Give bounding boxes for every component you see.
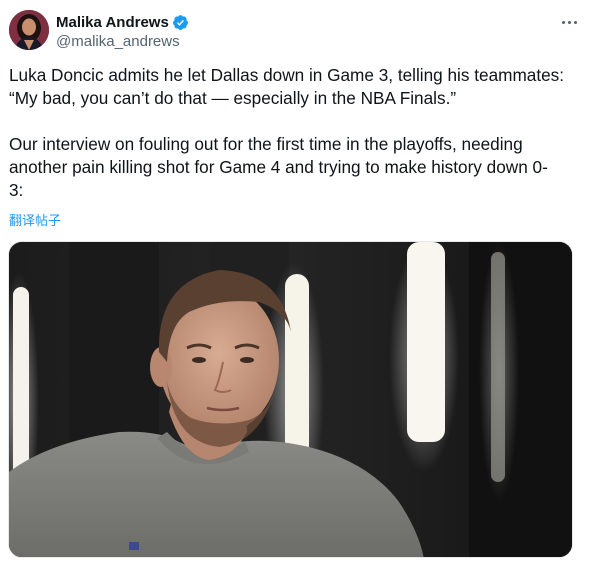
tweet-text-line: “My bad, you can’t do that — especially … <box>9 88 457 108</box>
tweet-text: Luka Doncic admits he let Dallas down in… <box>9 64 583 202</box>
author-display-name[interactable]: Malika Andrews <box>56 14 169 31</box>
video-thumbnail[interactable] <box>8 241 573 558</box>
translate-post-link[interactable]: 翻译帖子 <box>9 210 61 229</box>
tweet-text-line: Luka Doncic admits he let Dallas down in… <box>9 65 565 85</box>
more-options-button[interactable] <box>557 12 581 32</box>
tweet-text-line: 3: <box>9 180 24 200</box>
author-avatar[interactable] <box>9 10 49 50</box>
more-dot-icon <box>561 20 565 24</box>
tweet-text-line: Our interview on fouling out for the fir… <box>9 134 523 154</box>
tweet-card: Malika Andrews @malika_andrews Luka Donc… <box>0 0 599 568</box>
verified-badge-icon <box>172 14 189 31</box>
author-name-row: Malika Andrews <box>56 12 189 32</box>
author-handle[interactable]: @malika_andrews <box>56 33 180 50</box>
more-dot-icon <box>567 20 571 24</box>
tweet-text-line: another pain killing shot for Game 4 and… <box>9 157 548 177</box>
more-dot-icon <box>573 20 577 24</box>
